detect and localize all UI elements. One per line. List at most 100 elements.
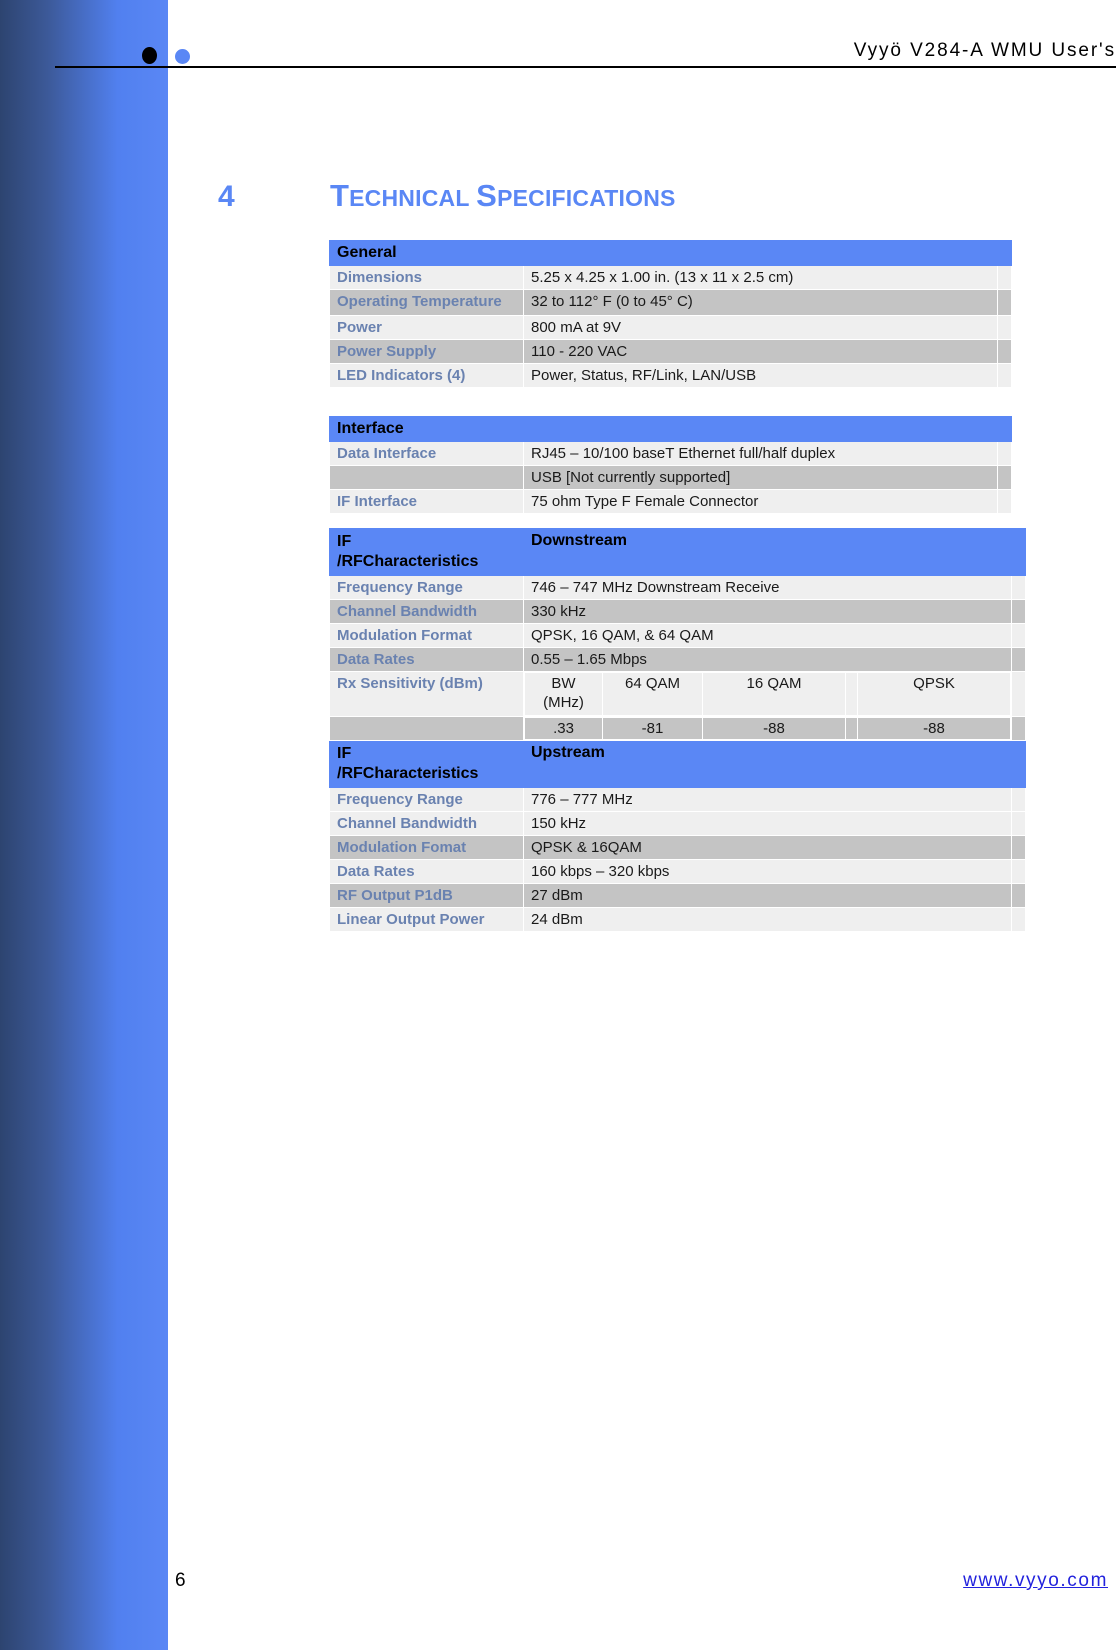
row-tail [997, 314, 1012, 340]
blue-circle-icon [175, 49, 190, 64]
row-value-us-frequency-range: 776 – 777 MHz [523, 786, 1012, 812]
website-link[interactable]: www.vyyo.com [963, 1570, 1108, 1592]
row-tail [1011, 834, 1026, 860]
table-row: Dimensions 5.25 x 4.25 x 1.00 in. (13 x … [329, 265, 1012, 290]
row-label-operating-temperature: Operating Temperature [329, 289, 524, 316]
row-tail [1011, 786, 1026, 812]
row-value-operating-temperature: 32 to 112° F (0 to 45° C) [523, 289, 998, 316]
row-value-power: 800 mA at 9V [523, 314, 998, 340]
downstream-header-label-line2: /RFCharacteristics [337, 553, 479, 570]
row-value-ds-channel-bandwidth: 330 kHz [523, 599, 1012, 624]
row-label-us-frequency-range: Frequency Range [329, 786, 524, 812]
rx-header-row: BW (MHz) 64 QAM 16 QAM QPSK [524, 672, 1011, 716]
table-row: Frequency Range 776 – 777 MHz [329, 786, 1026, 812]
row-label-us-channel-bandwidth: Channel Bandwidth [329, 810, 524, 836]
row-label-ds-frequency-range: Frequency Range [329, 575, 524, 600]
rx-col-qpsk: QPSK [857, 672, 1011, 716]
row-tail [1011, 858, 1026, 884]
row-label-data-interface: Data Interface [329, 441, 524, 466]
logo [142, 46, 202, 68]
row-tail [997, 441, 1012, 466]
row-label-usb [329, 465, 524, 490]
upstream-header-label-line1: IF [337, 744, 352, 762]
table-header-row: General [329, 240, 1012, 266]
section-number: 4 [218, 180, 235, 213]
section-title-cap-1: T [330, 178, 350, 213]
rx-col-16qam: 16 QAM [702, 672, 846, 716]
rx-val-qpsk: -88 [857, 716, 1011, 740]
table-row: Power 800 mA at 9V [329, 314, 1012, 340]
row-tail [1011, 599, 1026, 624]
row-label-us-data-rates: Data Rates [329, 858, 524, 884]
downstream-header-tail [1011, 528, 1026, 576]
table-row: Modulation Format QPSK, 16 QAM, & 64 QAM [329, 623, 1026, 648]
general-spec-table: General Dimensions 5.25 x 4.25 x 1.00 in… [329, 240, 1012, 388]
downstream-header-label: IF/RFCharacteristics [329, 528, 524, 576]
row-tail [997, 338, 1012, 364]
row-label-text: Operating Temperature [337, 293, 502, 310]
section-title-cap-2: S [476, 178, 498, 213]
table-row: Data Rates 0.55 – 1.65 Mbps [329, 647, 1026, 672]
rx-values-empty-label [329, 715, 524, 741]
table-row: Operating Temperature 32 to 112° F (0 to… [329, 289, 1012, 316]
rx-sensitivity-values-row: .33 -81 -88 -88 [329, 715, 1026, 741]
row-value-us-data-rates: 160 kbps – 320 kbps [523, 858, 1012, 884]
row-label-linear-output-power: Linear Output Power [329, 906, 524, 932]
interface-spec-table: Interface Data Interface RJ45 – 10/100 b… [329, 416, 1012, 514]
row-value-linear-output-power: 24 dBm [523, 906, 1012, 932]
row-label-rx-sensitivity: Rx Sensitivity (dBm) [329, 671, 524, 717]
row-label-led-indicators: LED Indicators (4) [329, 362, 524, 388]
rx-sensitivity-columns-cell: BW (MHz) 64 QAM 16 QAM QPSK [523, 671, 1012, 717]
rx-val-16qam: -88 [702, 716, 846, 740]
rx-col-bw-line2: (MHz) [543, 693, 584, 711]
row-tail [997, 362, 1012, 388]
table-row: IF Interface 75 ohm Type F Female Connec… [329, 489, 1012, 514]
table-row: LED Indicators (4) Power, Status, RF/Lin… [329, 362, 1012, 388]
row-tail [1011, 882, 1026, 908]
row-tail [997, 465, 1012, 490]
row-value-ds-frequency-range: 746 – 747 MHz Downstream Receive [523, 575, 1012, 600]
table-row: Linear Output Power 24 dBm [329, 906, 1026, 932]
upstream-header-value: Upstream [523, 739, 1012, 788]
row-value-usb: USB [Not currently supported] [523, 465, 998, 490]
black-circle-icon [142, 47, 157, 64]
row-value-data-interface: RJ45 – 10/100 baseT Ethernet full/half d… [523, 441, 998, 466]
row-tail [997, 265, 1012, 290]
rx-col-bw: BW (MHz) [524, 672, 603, 716]
rx-col-64qam: 64 QAM [602, 672, 703, 716]
table-row: Channel Bandwidth 150 kHz [329, 810, 1026, 836]
rx-val-spacer [845, 716, 858, 740]
upstream-header-tail [1011, 739, 1026, 788]
table-row: Data Interface RJ45 – 10/100 baseT Ether… [329, 441, 1012, 466]
rx-value-row: .33 -81 -88 -88 [524, 716, 1011, 740]
row-value-dimensions: 5.25 x 4.25 x 1.00 in. (13 x 11 x 2.5 cm… [523, 265, 998, 290]
row-tail [1011, 623, 1026, 648]
left-gradient-bar [0, 0, 168, 1650]
row-tail [1011, 647, 1026, 672]
table-row: Data Rates 160 kbps – 320 kbps [329, 858, 1026, 884]
row-tail [997, 289, 1012, 316]
row-label-dimensions: Dimensions [329, 265, 524, 290]
row-label-if-interface: IF Interface [329, 489, 524, 514]
row-label-ds-modulation-format: Modulation Format [329, 623, 524, 648]
row-label-ds-data-rates: Data Rates [329, 647, 524, 672]
rx-col-spacer [845, 672, 858, 716]
row-label-ds-channel-bandwidth: Channel Bandwidth [329, 599, 524, 624]
table-row: RF Output P1dB 27 dBm [329, 882, 1026, 908]
row-label-power-supply: Power Supply [329, 338, 524, 364]
header-divider [55, 66, 1116, 68]
table-row: Channel Bandwidth 330 kHz [329, 599, 1026, 624]
section-title-rest-1: ECHNICAL [349, 185, 470, 211]
page-header: Vyyö V284-A WMU User's [0, 0, 1116, 72]
rx-sensitivity-header-grid: BW (MHz) 64 QAM 16 QAM QPSK [524, 672, 1011, 716]
section-title-rest-2: PECIFICATIONS [497, 185, 676, 211]
row-value-us-modulation-fomat: QPSK & 16QAM [523, 834, 1012, 860]
table-header-row: Interface [329, 416, 1012, 442]
row-value-led-indicators: Power, Status, RF/Link, LAN/USB [523, 362, 998, 388]
table-row: Power Supply 110 - 220 VAC [329, 338, 1012, 364]
table-row: USB [Not currently supported] [329, 465, 1012, 490]
row-value-power-supply: 110 - 220 VAC [523, 338, 998, 364]
row-tail [1011, 906, 1026, 932]
page-title: 4 TECHNICAL SPECIFICATIONS [218, 178, 1018, 214]
interface-header-label: Interface [329, 416, 524, 442]
